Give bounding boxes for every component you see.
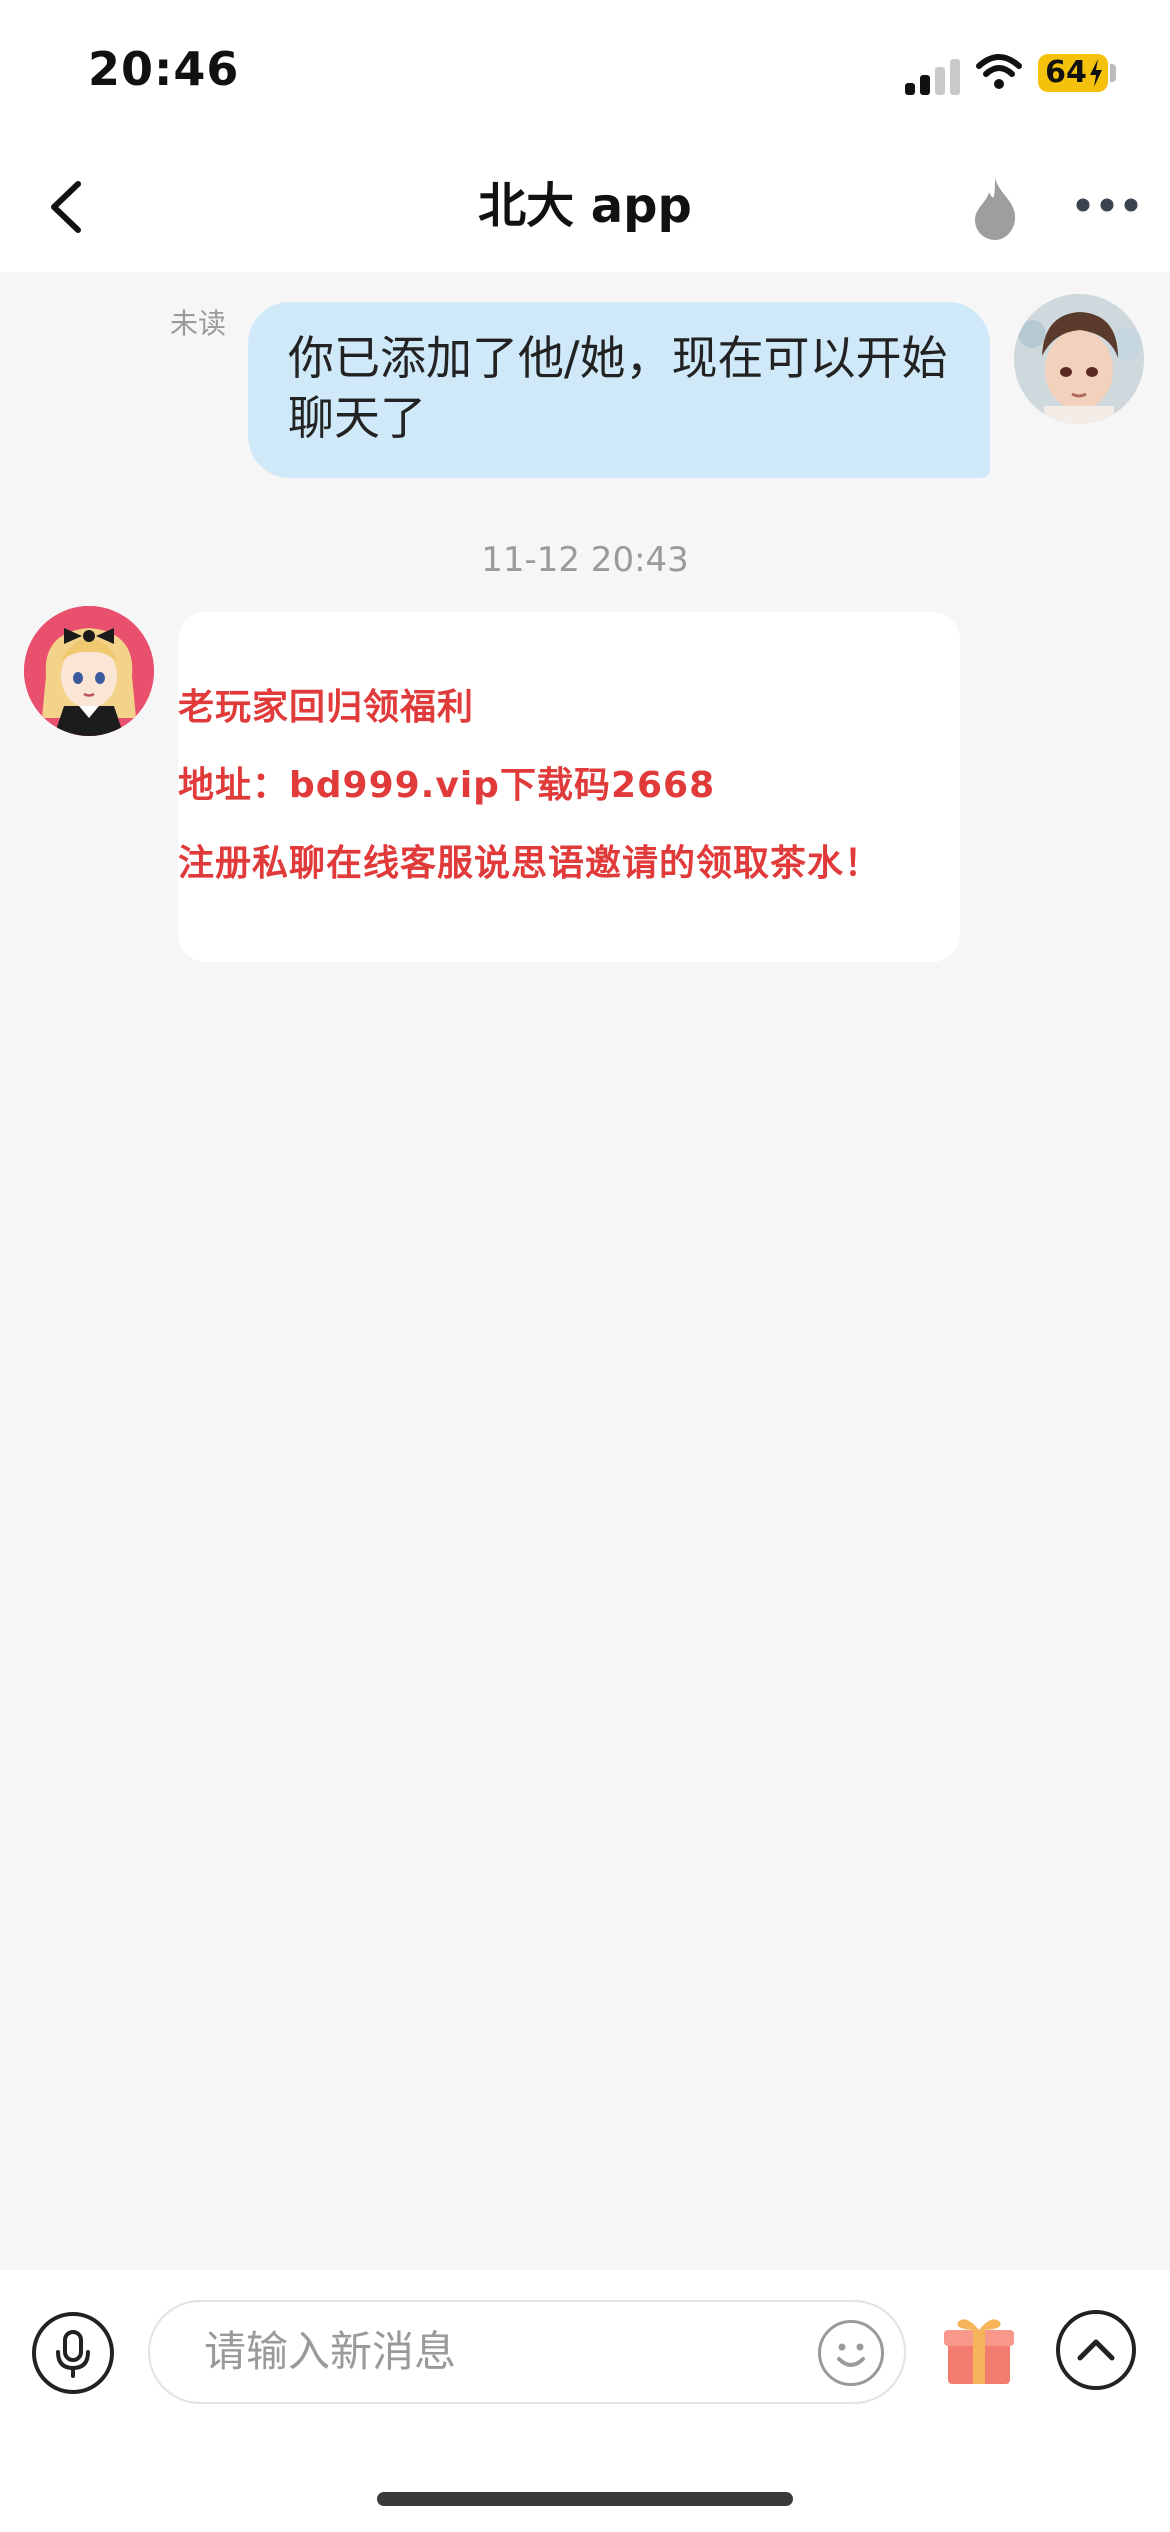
message-input[interactable]: 请输入新消息 [148,2300,906,2404]
my-message-bubble[interactable]: 你已添加了他/她，现在可以开始聊天了 [248,302,990,478]
more-dots-icon[interactable] [1075,190,1139,220]
image-text-line: 注册私聊在线客服说思语邀请的领取茶水！ [178,843,882,884]
battery-cap [1110,64,1116,82]
message-timestamp: 11-12 20:43 [481,540,689,580]
gift-icon[interactable] [942,2314,1016,2386]
my-message-text: 你已添加了他/她，现在可以开始聊天了 [288,331,948,445]
chat-area[interactable]: 未读 你已添加了他/她，现在可以开始聊天了 11-12 20:43 老玩家回归领… [0,272,1170,2270]
contact-image-message[interactable]: 老玩家回归领福利 地址：bd999.vip下载码2668 注册私聊在线客服说思语… [178,612,960,962]
message-input-placeholder: 请输入新消息 [204,2327,457,2376]
home-indicator[interactable] [377,2492,793,2506]
battery-icon: 64 [1038,54,1108,92]
contact-avatar[interactable] [24,606,154,736]
anime-girl-portrait-image [24,606,154,736]
status-time: 20:46 [88,42,240,96]
image-text-line: 老玩家回归领福利 [178,687,475,728]
cellular-signal-icon [905,55,961,95]
chevron-left-icon[interactable] [40,172,100,242]
chat-header: 北大 app [0,140,1170,272]
wifi-icon [976,54,1022,89]
my-avatar[interactable] [1014,294,1144,424]
chevron-up-circle-icon[interactable] [1056,2310,1136,2390]
status-bar: 20:46 64 [0,0,1170,140]
microphone-icon[interactable] [32,2312,114,2394]
image-text-line: 地址：bd999.vip下载码2668 [178,765,716,806]
charging-bolt-icon [1090,59,1102,87]
battery-level: 64 [1045,55,1087,90]
boy-portrait-image [1014,294,1144,424]
unread-label: 未读 [170,307,227,340]
emoji-icon[interactable] [818,2320,884,2386]
flame-icon[interactable] [965,172,1025,242]
